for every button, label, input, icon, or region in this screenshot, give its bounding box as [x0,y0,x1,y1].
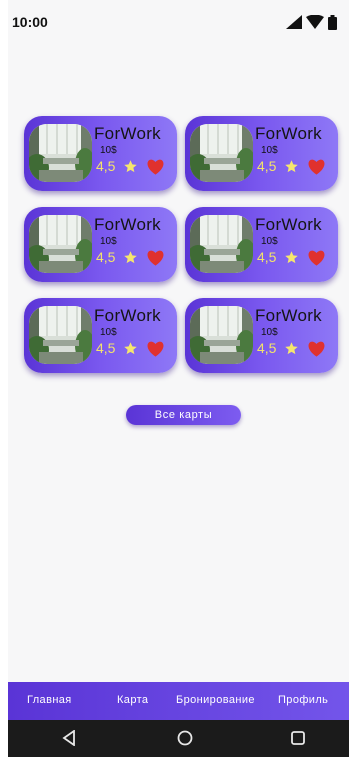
card-title: ForWork [94,215,161,234]
heart-icon[interactable] [146,249,165,267]
status-icons [286,14,337,30]
app-screen: 10:00 ForWork 10$ 4,5 ForWork 10$ 4,5 Fo… [8,0,349,757]
bottom-nav: Главная Карта Бронирование Профиль [8,682,349,720]
workspace-card[interactable]: ForWork 10$ 4,5 [24,298,177,373]
card-title: ForWork [94,124,161,143]
card-grid: ForWork 10$ 4,5 ForWork 10$ 4,5 ForWork … [24,116,338,373]
workspace-photo [190,306,253,364]
star-icon [284,250,299,265]
card-rating: 4,5 [257,158,277,174]
card-price: 10$ [261,236,278,247]
card-title: ForWork [255,306,322,325]
card-rating: 4,5 [257,340,277,356]
nav-item-booking[interactable]: Бронирование [176,694,255,706]
card-price: 10$ [261,145,278,156]
heart-icon[interactable] [307,158,326,176]
card-price: 10$ [261,327,278,338]
workspace-photo [29,215,92,273]
heart-icon[interactable] [307,249,326,267]
workspace-card[interactable]: ForWork 10$ 4,5 [185,298,338,373]
star-icon [284,341,299,356]
nav-item-map[interactable]: Карта [117,694,148,706]
card-rating: 4,5 [257,249,277,265]
heart-icon[interactable] [146,340,165,358]
nav-item-home[interactable]: Главная [27,694,72,706]
workspace-card[interactable]: ForWork 10$ 4,5 [185,207,338,282]
workspace-photo [190,215,253,273]
card-price: 10$ [100,327,117,338]
card-price: 10$ [100,145,117,156]
star-icon [284,159,299,174]
workspace-card[interactable]: ForWork 10$ 4,5 [24,207,177,282]
signal-icon [286,15,302,29]
workspace-photo [190,124,253,182]
workspace-photo [29,124,92,182]
workspace-photo [29,306,92,364]
battery-icon [328,14,337,30]
card-title: ForWork [255,215,322,234]
card-rating: 4,5 [96,249,116,265]
card-title: ForWork [255,124,322,143]
star-icon [123,341,138,356]
card-rating: 4,5 [96,340,116,356]
star-icon [123,250,138,265]
heart-icon[interactable] [307,340,326,358]
all-cards-button[interactable]: Все карты [126,405,241,425]
workspace-card[interactable]: ForWork 10$ 4,5 [24,116,177,191]
wifi-icon [306,15,324,29]
card-rating: 4,5 [96,158,116,174]
card-price: 10$ [100,236,117,247]
status-time: 10:00 [12,14,48,30]
home-icon[interactable] [177,730,193,746]
status-bar: 10:00 [8,0,349,44]
recents-icon[interactable] [290,730,306,746]
star-icon [123,159,138,174]
system-nav [8,720,349,757]
heart-icon[interactable] [146,158,165,176]
card-title: ForWork [94,306,161,325]
nav-item-profile[interactable]: Профиль [278,694,328,706]
workspace-card[interactable]: ForWork 10$ 4,5 [185,116,338,191]
back-icon[interactable] [62,730,76,746]
